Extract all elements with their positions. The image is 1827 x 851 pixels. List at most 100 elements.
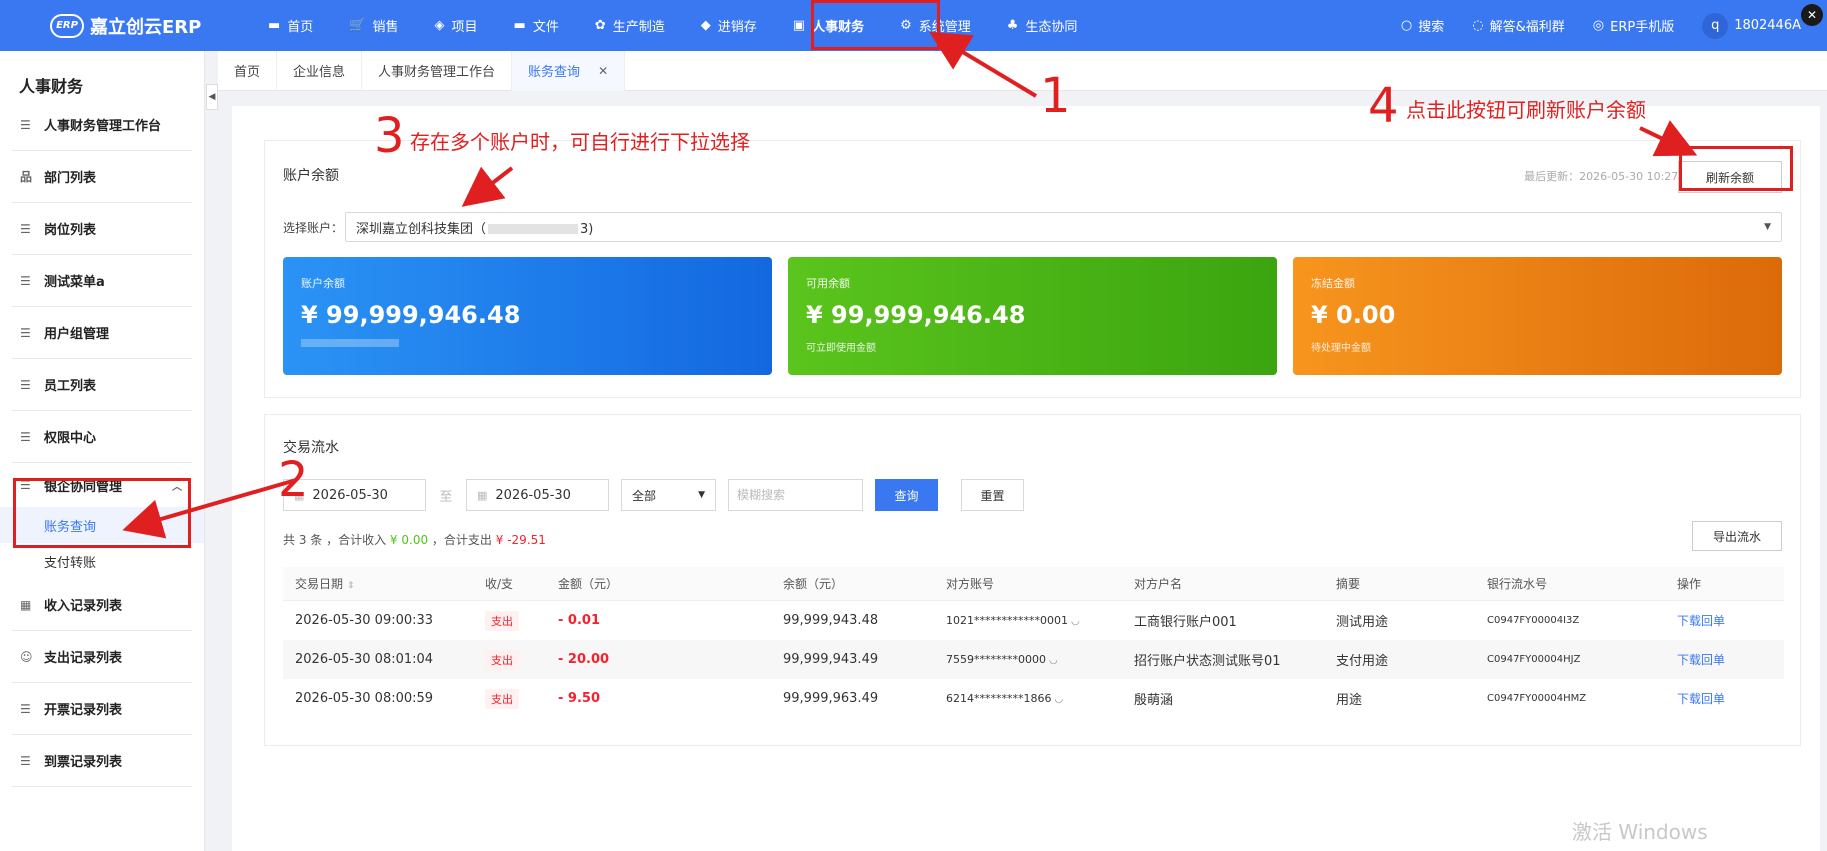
cell-type: 支出 <box>485 649 558 670</box>
sidebar-item-expense-records[interactable]: ☺ 支出记录列表 <box>12 631 192 683</box>
list-icon: ☰ <box>20 117 31 132</box>
wallet-icon: ▣ <box>792 18 806 33</box>
nav-home[interactable]: ▬ 首页 <box>250 0 331 51</box>
sidebar-item-label: 人事财务管理工作台 <box>44 119 162 134</box>
transactions-table: 交易日期 ⇕ 收/支 金额（元） 余额（元） 对方账号 对方户名 摘要 银行流水号… <box>283 567 1784 718</box>
nav-sales[interactable]: 🛒 销售 <box>331 0 416 51</box>
factory-icon: ✿ <box>594 18 606 33</box>
sidebar-item-user-groups[interactable]: ☰ 用户组管理 <box>12 307 192 359</box>
type-select[interactable]: 全部 ▼ <box>621 479 716 511</box>
eye-closed-icon[interactable]: ◡ <box>1049 655 1058 666</box>
download-receipt-link[interactable]: 下载回单 <box>1677 612 1784 629</box>
column-header-memo: 摘要 <box>1336 577 1361 591</box>
menu-icon: ☰ <box>20 221 31 236</box>
tab-company-info[interactable]: 企业信息 <box>277 50 363 91</box>
summary-count: 共 3 条 ，合计收入 <box>283 533 387 547</box>
table-row: 2026-05-30 08:00:59 支出 - 9.50 99,999,963… <box>283 679 1784 718</box>
caret-down-icon: ▼ <box>698 490 705 500</box>
nav-inventory[interactable]: ◆ 进销存 <box>683 0 775 51</box>
date-to-input[interactable]: ▦ 2026-05-30 <box>466 479 609 511</box>
account-select-row: 选择账户： 深圳嘉立创科技集团（ 3) ▼ <box>283 211 1782 243</box>
help-group-button[interactable]: ◌ 解答&福利群 <box>1458 16 1578 35</box>
reset-button[interactable]: 重置 <box>961 479 1024 511</box>
tab-home[interactable]: 首页 <box>218 50 278 91</box>
sidebar-item-income-records[interactable]: ▦ 收入记录列表 <box>12 579 192 631</box>
annotation-number-1: 1 <box>1040 68 1071 124</box>
stat-label: 可用余额 <box>806 277 850 290</box>
eye-closed-icon[interactable]: ◡ <box>1071 616 1080 627</box>
cell-memo: 用途 <box>1336 693 1363 708</box>
cell-memo: 支付用途 <box>1336 654 1389 669</box>
download-receipt-link[interactable]: 下载回单 <box>1677 690 1784 707</box>
cell-counter-name: 工商银行账户001 <box>1134 615 1237 630</box>
folder-icon: ▬ <box>513 18 526 33</box>
stat-account-balance: 账户余额 ¥ 99,999,946.48 <box>283 257 772 375</box>
nav-label: 文件 <box>532 20 559 35</box>
annotation-box-refresh <box>1679 146 1793 191</box>
stat-sub: 可立即使用金额 <box>806 343 876 354</box>
cell-amount: - 0.01 <box>558 613 600 628</box>
summary-income: ¥ 0.00 <box>389 533 429 547</box>
sidebar-collapse-button[interactable]: ◀ <box>206 84 218 110</box>
sidebar-item-label: 开票记录列表 <box>44 703 123 718</box>
eye-closed-icon[interactable]: ◡ <box>1055 694 1064 705</box>
cell-amount: - 9.50 <box>558 691 600 706</box>
account-label: 选择账户： <box>283 220 344 235</box>
query-button[interactable]: 查询 <box>875 479 938 511</box>
cell-counter-account: 7559********0000 ◡ <box>946 653 1134 666</box>
app-logo[interactable]: ERP 嘉立创云ERP <box>0 13 250 39</box>
cell-date: 2026-05-30 08:00:59 <box>295 691 434 706</box>
nav-ecosystem[interactable]: ♣ 生态协同 <box>989 0 1096 51</box>
sidebar-item-permissions[interactable]: ☰ 权限中心 <box>12 411 192 463</box>
balance-title: 账户余额 <box>283 168 339 184</box>
close-icon[interactable]: ✕ <box>1801 4 1823 26</box>
sidebar-item-invoice-records[interactable]: ☰ 开票记录列表 <box>12 683 192 735</box>
sidebar-item-positions[interactable]: ☰ 岗位列表 <box>12 203 192 255</box>
table-row: 2026-05-30 09:00:33 支出 - 0.01 99,999,943… <box>283 601 1784 640</box>
expense-tag: 支出 <box>485 649 519 670</box>
search-button[interactable]: ○ 搜索 <box>1387 16 1458 35</box>
sidebar-item-label: 用户组管理 <box>44 327 110 342</box>
column-header-date[interactable]: 交易日期 ⇕ <box>283 575 485 592</box>
nav-manufacturing[interactable]: ✿ 生产制造 <box>577 0 683 51</box>
nav-projects[interactable]: ◈ 项目 <box>417 0 496 51</box>
mobile-label: ERP手机版 <box>1610 20 1675 35</box>
tab-workbench[interactable]: 人事财务管理工作台 <box>362 50 513 91</box>
sidebar-item-employees[interactable]: ☰ 员工列表 <box>12 359 192 411</box>
menu-icon: ☰ <box>20 429 31 444</box>
stat-available-balance: 可用余额 ¥ 99,999,946.48 可立即使用金额 <box>788 257 1277 375</box>
sidebar-item-test-menu[interactable]: ☰ 测试菜单a <box>12 255 192 307</box>
cell-date: 2026-05-30 09:00:33 <box>295 613 434 628</box>
cell-balance: 99,999,943.49 <box>783 652 879 667</box>
nav-label: 生态协同 <box>1025 20 1078 35</box>
annotation-number-2: 2 <box>278 452 309 508</box>
cell-counter-account: 6214*********1866 ◡ <box>946 692 1134 705</box>
download-receipt-link[interactable]: 下载回单 <box>1677 651 1784 668</box>
sidebar-item-label: 收入记录列表 <box>44 599 123 614</box>
cell-type: 支出 <box>485 688 558 709</box>
export-button[interactable]: 导出流水 <box>1692 521 1782 551</box>
nav-label: 项目 <box>451 20 478 35</box>
search-icon: ○ <box>1400 18 1413 33</box>
nav-label: 生产制造 <box>612 20 665 35</box>
sidebar-item-workbench[interactable]: ☰ 人事财务管理工作台 <box>12 99 192 151</box>
annotation-text-3: 存在多个账户时，可自行进行下拉选择 <box>410 130 750 154</box>
stat-value: ¥ 99,999,946.48 <box>806 301 1026 329</box>
cell-counter-account: 1021************0001 ◡ <box>946 614 1134 627</box>
mobile-app-button[interactable]: ◎ ERP手机版 <box>1579 16 1688 35</box>
sidebar-item-received-invoice-records[interactable]: ☰ 到票记录列表 <box>12 735 192 787</box>
cell-balance: 99,999,943.48 <box>783 613 879 628</box>
sidebar-title: 人事财务 <box>19 77 84 96</box>
tab-account-query[interactable]: 账务查询 ✕ <box>512 50 626 91</box>
sidebar-sub-payment-transfer[interactable]: 支付转账 <box>0 543 204 579</box>
sidebar-item-departments[interactable]: 品部门列表 <box>12 151 192 203</box>
cell-type: 支出 <box>485 610 558 631</box>
account-select[interactable]: 深圳嘉立创科技集团（ 3) ▼ <box>345 212 1782 242</box>
menu-icon: ☰ <box>20 377 31 392</box>
annotation-number-3: 3 <box>374 108 405 164</box>
fuzzy-search-input[interactable] <box>728 479 863 511</box>
nav-files[interactable]: ▬ 文件 <box>496 0 577 51</box>
table-row: 2026-05-30 08:01:04 支出 - 20.00 99,999,94… <box>283 640 1784 679</box>
account-name: 深圳嘉立创科技集团（ <box>356 221 487 237</box>
close-icon[interactable]: ✕ <box>598 64 608 78</box>
